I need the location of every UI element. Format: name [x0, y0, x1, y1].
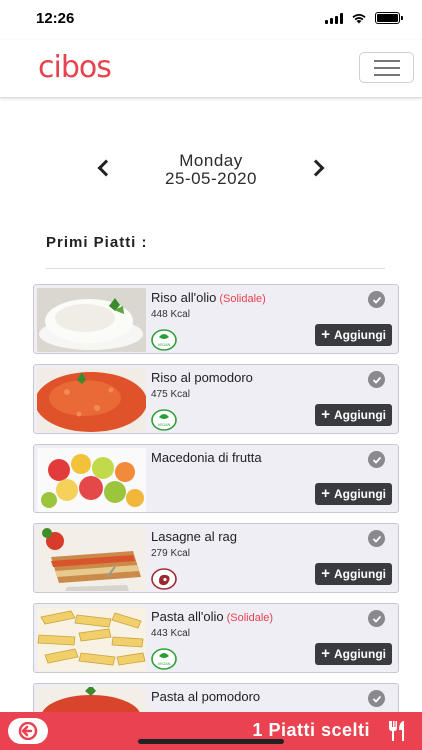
svg-text:VEGAN: VEGAN	[158, 662, 171, 666]
dish-card[interactable]: Macedonia di frutta + Aggiungi	[33, 444, 399, 513]
dish-kcal: 448 Kcal	[151, 309, 190, 320]
dish-list: Riso all'olio (Solidale) 448 Kcal VEGAN +…	[33, 284, 399, 750]
dish-card[interactable]: Lasagne al rag 279 Kcal + Aggiungi	[33, 523, 399, 593]
home-indicator	[138, 739, 284, 744]
plus-icon: +	[321, 485, 331, 502]
plus-icon: +	[321, 645, 331, 662]
dish-image-tomato-rice	[37, 368, 146, 432]
status-time: 12:26	[36, 10, 75, 27]
solidale-tag: (Solidale)	[219, 293, 266, 305]
vegan-icon: VEGAN	[151, 648, 177, 670]
dish-card[interactable]: Pasta all'olio (Solidale) 443 Kcal VEGAN …	[33, 603, 399, 673]
check-icon	[368, 371, 385, 388]
app-logo[interactable]: cibos	[38, 50, 112, 85]
dish-card[interactable]: Riso all'olio (Solidale) 448 Kcal VEGAN +…	[33, 284, 399, 354]
cutlery-icon[interactable]	[386, 719, 408, 743]
check-icon	[368, 451, 385, 468]
add-button[interactable]: + Aggiungi	[315, 483, 392, 505]
dish-name: Riso all'olio (Solidale)	[151, 290, 266, 305]
date-navigation: Monday 25-05-2020	[0, 150, 422, 190]
cellular-signal-icon	[325, 12, 343, 24]
dish-image-lasagne	[37, 527, 146, 591]
dish-name: Macedonia di frutta	[151, 450, 262, 465]
dish-name: Riso al pomodoro	[151, 370, 253, 385]
selected-count: 1 Piatti scelti	[252, 720, 370, 740]
check-icon	[368, 610, 385, 627]
add-button[interactable]: + Aggiungi	[315, 404, 392, 426]
hamburger-icon	[373, 59, 400, 62]
arrow-left-icon	[18, 722, 38, 740]
dish-image-penne	[37, 607, 146, 671]
battery-icon	[375, 12, 403, 24]
svg-text:VEGAN: VEGAN	[158, 423, 171, 427]
day-label: Monday	[179, 151, 243, 170]
dish-image-plain-rice	[37, 288, 146, 352]
dish-kcal: 475 Kcal	[151, 389, 190, 400]
status-bar: 12:26	[0, 0, 422, 40]
section-divider	[46, 268, 385, 269]
solidale-tag: (Solidale)	[226, 612, 274, 624]
svg-text:VEGAN: VEGAN	[158, 343, 171, 347]
dish-name: Pasta all'olio (Solidale)	[151, 609, 274, 624]
dish-image-fruit-salad	[37, 448, 146, 512]
back-button[interactable]	[8, 718, 48, 744]
navbar: cibos	[0, 40, 422, 98]
dish-name: Pasta al pomodoro	[151, 689, 261, 704]
dish-card[interactable]: Riso al pomodoro 475 Kcal VEGAN + Aggiung…	[33, 364, 399, 434]
dish-kcal: 443 Kcal	[151, 628, 190, 639]
dish-name: Lasagne al rag	[151, 529, 238, 544]
meat-icon	[151, 568, 177, 590]
date-label: 25-05-2020	[165, 169, 257, 188]
bottom-bar: 1 Piatti scelti	[0, 712, 422, 750]
check-icon	[368, 291, 385, 308]
plus-icon: +	[321, 565, 331, 582]
dish-kcal: 279 Kcal	[151, 548, 190, 559]
menu-button[interactable]	[359, 52, 414, 83]
check-icon	[368, 530, 385, 547]
plus-icon: +	[321, 406, 331, 423]
add-button[interactable]: + Aggiungi	[315, 643, 392, 665]
plus-icon: +	[321, 326, 331, 343]
date-display: Monday 25-05-2020	[0, 152, 422, 188]
add-button[interactable]: + Aggiungi	[315, 324, 392, 346]
section-title: Primi Piatti :	[46, 234, 148, 251]
vegan-icon: VEGAN	[151, 409, 177, 431]
add-button[interactable]: + Aggiungi	[315, 563, 392, 585]
vegan-icon: VEGAN	[151, 329, 177, 351]
status-icons	[325, 12, 403, 24]
wifi-icon	[352, 14, 366, 24]
check-icon	[368, 690, 385, 707]
